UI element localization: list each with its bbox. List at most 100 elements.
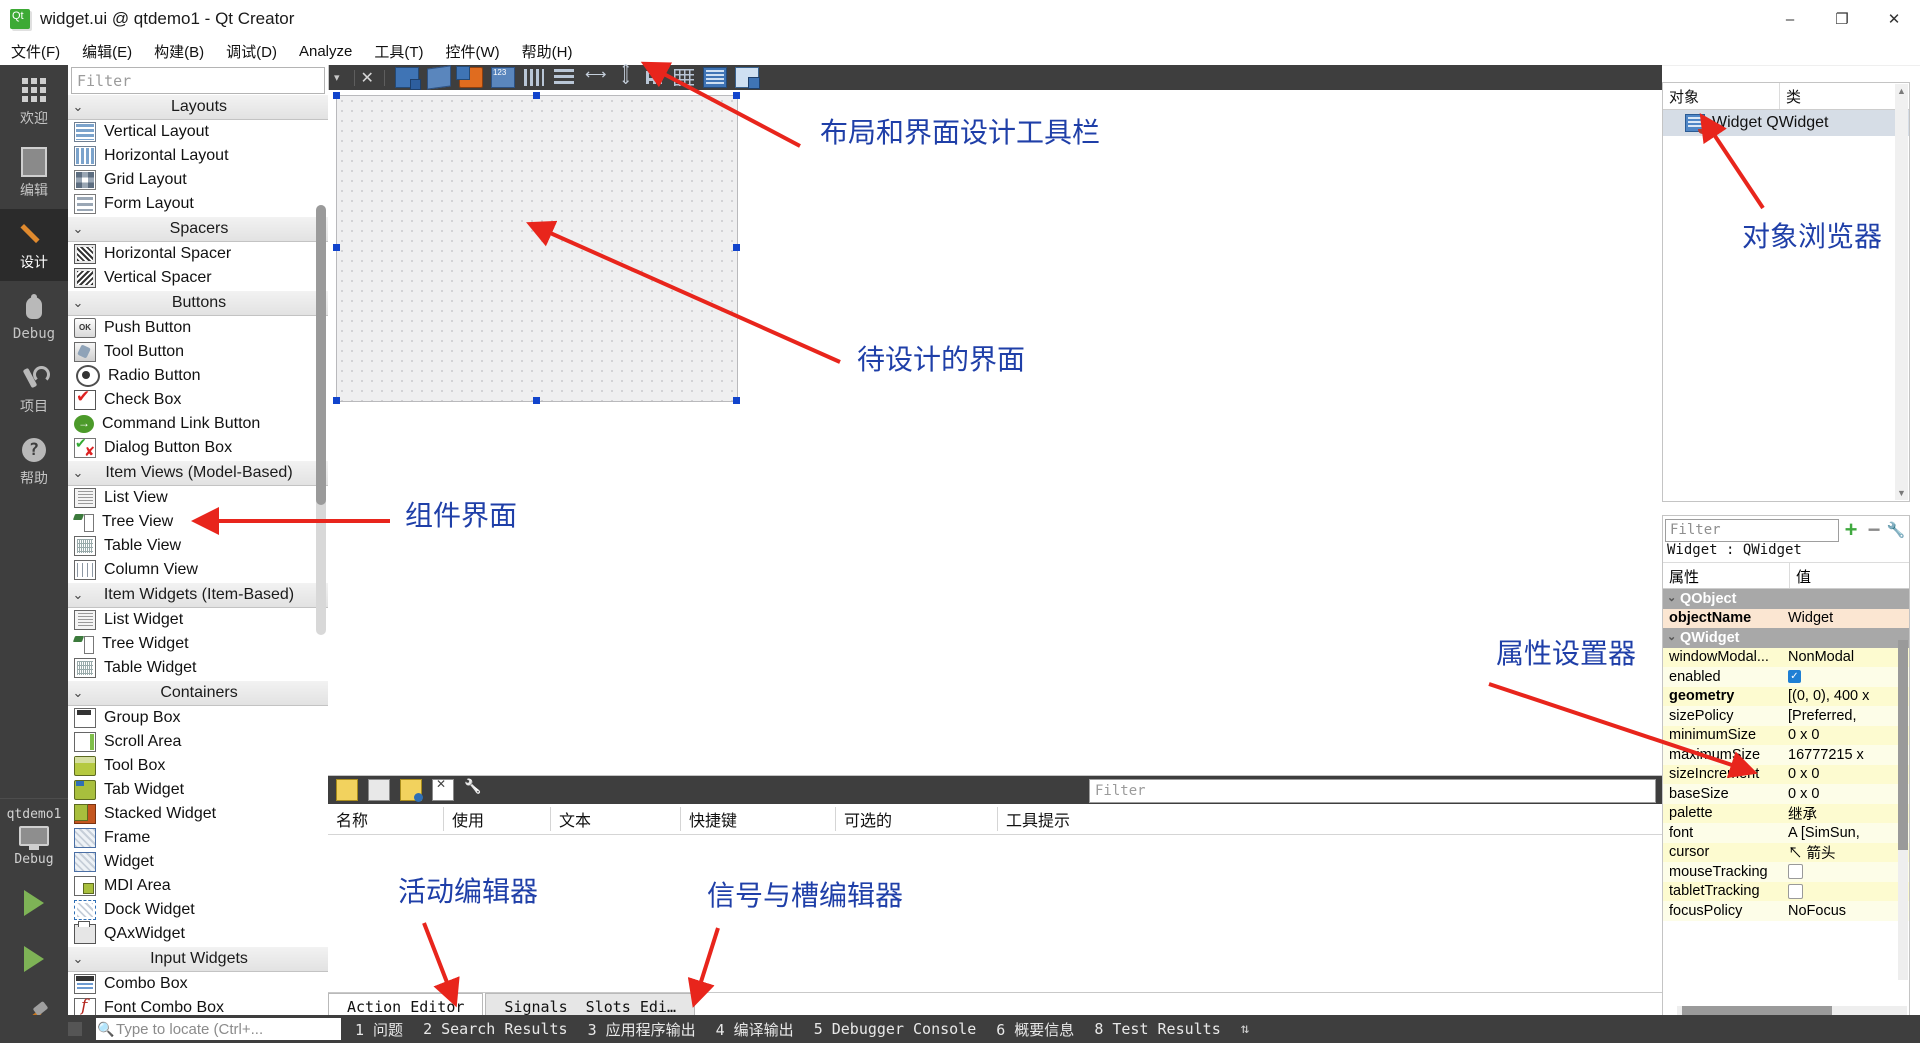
pane-compile-output[interactable]: 4 编译输出 — [716, 1019, 794, 1040]
property-value[interactable]: 0 x 0 — [1783, 727, 1909, 743]
widget-group-header[interactable]: ⌄ Spacers — [68, 216, 328, 242]
property-value[interactable]: NoFocus — [1783, 903, 1909, 919]
copy-action-icon[interactable] — [368, 779, 390, 801]
property-row[interactable]: ›sizePolicy[Preferred, — [1663, 706, 1909, 726]
property-row[interactable]: palette 继承 — [1663, 803, 1909, 824]
widget-item[interactable]: QAxWidget — [68, 921, 328, 946]
property-row[interactable]: ›geometry[(0, 0), 400 x — [1663, 686, 1909, 706]
layout-splitter-horizontal-icon[interactable] — [583, 65, 607, 87]
close-button[interactable]: ✕ — [1868, 0, 1920, 38]
widget-item[interactable]: Radio Button — [68, 364, 328, 388]
widget-box-scrollbar[interactable] — [316, 205, 326, 635]
property-row[interactable]: ›baseSize0 x 0 — [1663, 784, 1909, 804]
property-row[interactable]: enabled ✓ — [1663, 667, 1909, 687]
widget-item[interactable]: MDI Area — [68, 874, 328, 898]
configure-icon[interactable] — [464, 780, 484, 800]
widget-item[interactable]: Frame — [68, 826, 328, 850]
property-row[interactable]: tabletTracking — [1663, 881, 1909, 901]
edit-signals-slots-icon[interactable] — [426, 65, 451, 90]
property-row[interactable]: mouseTracking — [1663, 862, 1909, 882]
widget-box-filter-input[interactable]: Filter — [71, 67, 325, 94]
edit-action-icon[interactable] — [400, 779, 423, 802]
pane-updown-icon[interactable]: ⇅ — [1241, 1021, 1249, 1037]
menu-file[interactable]: 文件(F) — [0, 38, 71, 65]
pane-general-messages[interactable]: 6 概要信息 — [996, 1019, 1074, 1040]
activity-item-design[interactable]: 设计 — [0, 209, 68, 281]
debug-button[interactable] — [0, 931, 68, 987]
layout-form-icon[interactable] — [643, 68, 665, 87]
property-value[interactable]: 0 x 0 — [1783, 766, 1909, 782]
checkbox-unchecked-icon[interactable] — [1788, 883, 1803, 899]
layout-grid-icon[interactable] — [673, 68, 695, 87]
resize-handle-nw[interactable] — [333, 92, 340, 99]
locator-input[interactable]: 🔍 Type to locate (Ctrl+... — [96, 1018, 341, 1040]
pane-test-results[interactable]: 8 Test Results — [1094, 1020, 1220, 1038]
wrench-icon[interactable]: 🔧 — [1885, 521, 1907, 539]
resize-handle-n[interactable] — [533, 92, 540, 99]
menu-widgets[interactable]: 控件(W) — [435, 38, 511, 65]
widget-item[interactable]: Horizontal Layout — [68, 144, 328, 168]
edit-buddies-icon[interactable] — [455, 66, 483, 88]
widget-item[interactable]: Grid Layout — [68, 168, 328, 192]
widget-item[interactable]: Stacked Widget — [68, 802, 328, 826]
widget-group-header[interactable]: ⌄ Containers — [68, 680, 328, 706]
property-row[interactable]: focusPolicy NoFocus — [1663, 901, 1909, 921]
property-row[interactable]: windowModal... NonModal — [1663, 647, 1909, 667]
pane-debugger-console[interactable]: 5 Debugger Console — [814, 1020, 977, 1038]
property-value[interactable]: [Preferred, — [1783, 708, 1909, 724]
menu-tools[interactable]: 工具(T) — [363, 38, 434, 65]
property-value[interactable]: ✓ — [1783, 670, 1909, 684]
property-value[interactable]: A [SimSun, — [1783, 825, 1909, 841]
property-group-row[interactable]: ⌄ QWidget — [1663, 628, 1909, 648]
layout-horizontally-icon[interactable] — [523, 68, 545, 87]
widget-item[interactable]: Tree Widget — [68, 632, 328, 656]
widget-item[interactable]: List View — [68, 486, 328, 510]
widget-item[interactable]: Tool Box — [68, 754, 328, 778]
edit-widgets-icon[interactable] — [394, 67, 421, 90]
kit-selector[interactable]: qtdemo1 Debug — [0, 798, 68, 875]
scroll-up-icon[interactable]: ▲ — [1895, 84, 1908, 98]
chevron-down-icon[interactable]: ▾ — [334, 71, 340, 84]
widget-group-header[interactable]: ⌄ Input Widgets — [68, 946, 328, 972]
checkbox-unchecked-icon[interactable] — [1788, 864, 1803, 880]
widget-item[interactable]: Scroll Area — [68, 730, 328, 754]
widget-item[interactable]: Table View — [68, 534, 328, 558]
property-value[interactable]: 0 x 0 — [1783, 786, 1909, 802]
activity-item-welcome[interactable]: 欢迎 — [0, 65, 68, 137]
property-value[interactable] — [1783, 864, 1909, 880]
activity-item-help[interactable]: ? 帮助 — [0, 425, 68, 497]
menu-debug[interactable]: 调试(D) — [215, 38, 288, 65]
widget-item[interactable]: Column View — [68, 558, 328, 582]
close-icon[interactable]: ✕ — [361, 68, 374, 88]
widget-item[interactable]: Tree View — [68, 510, 328, 534]
resize-handle-s[interactable] — [533, 397, 540, 404]
widget-item[interactable]: Widget — [68, 850, 328, 874]
widget-item[interactable]: Dialog Button Box — [68, 435, 328, 460]
menu-build[interactable]: 构建(B) — [143, 38, 215, 65]
add-property-button[interactable]: + — [1839, 517, 1863, 543]
resize-handle-e[interactable] — [733, 244, 740, 251]
widget-item[interactable]: Combo Box — [68, 972, 328, 996]
new-action-icon[interactable] — [336, 779, 358, 801]
widget-item[interactable]: → Command Link Button — [68, 412, 328, 436]
break-layout-icon[interactable] — [702, 67, 727, 88]
property-value[interactable]: 继承 — [1783, 803, 1909, 824]
menu-edit[interactable]: 编辑(E) — [71, 38, 143, 65]
property-row[interactable]: ›minimumSize0 x 0 — [1663, 725, 1909, 745]
widget-group-header[interactable]: ⌄ Layouts — [68, 94, 328, 120]
checkbox-checked-icon[interactable]: ✓ — [1788, 670, 1801, 684]
widget-item[interactable]: Tab Widget — [68, 778, 328, 802]
property-value[interactable]: Widget — [1783, 610, 1909, 626]
widget-item[interactable]: Vertical Spacer — [68, 266, 328, 290]
widget-box-list[interactable]: ⌄ Layouts Vertical Layout Horizontal Layout… — [68, 94, 328, 1020]
property-filter-input[interactable]: Filter — [1665, 518, 1839, 542]
pane-issues[interactable]: 1 问题 — [355, 1019, 403, 1040]
activity-item-projects[interactable]: 项目 — [0, 353, 68, 425]
property-row[interactable]: ›maximumSize16777215 x — [1663, 745, 1909, 765]
chevron-down-icon[interactable]: ⌄ — [1667, 630, 1676, 643]
widget-item[interactable]: Check Box — [68, 387, 328, 412]
widget-item[interactable]: Dock Widget — [68, 898, 328, 922]
widget-item[interactable]: OK Push Button — [68, 316, 328, 340]
object-inspector-scrollbar[interactable]: ▲ ▼ — [1895, 84, 1908, 500]
property-value[interactable]: [(0, 0), 400 x — [1783, 688, 1909, 704]
